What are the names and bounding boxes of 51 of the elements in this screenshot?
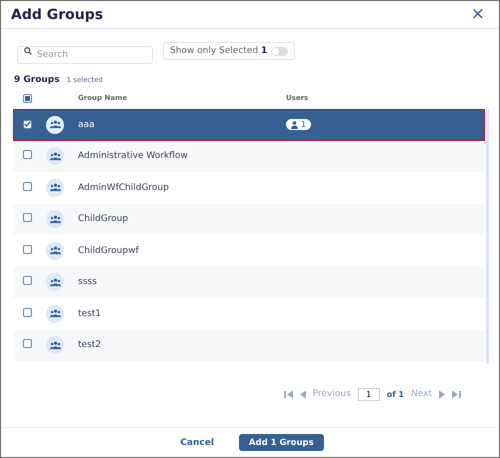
user-count-badge: 1 bbox=[286, 119, 312, 130]
group-icon bbox=[46, 336, 64, 354]
group-name: Administrative Workflow bbox=[78, 151, 189, 162]
show-selected-toggle[interactable]: Show only Selected 1 bbox=[163, 42, 296, 60]
group-icon bbox=[46, 178, 64, 197]
group-name: ssss bbox=[78, 277, 98, 288]
row-checkbox[interactable] bbox=[23, 308, 32, 317]
select-all-checkbox[interactable] bbox=[23, 94, 32, 102]
search-icon bbox=[24, 47, 32, 55]
row-checkbox[interactable] bbox=[23, 182, 32, 191]
group-icon bbox=[46, 116, 64, 134]
group-name: AdminWfChildGroup bbox=[78, 182, 170, 193]
group-row[interactable]: test2 bbox=[13, 330, 485, 361]
add-groups-button[interactable]: Add 1 Groups bbox=[238, 434, 324, 451]
row-checkbox[interactable] bbox=[23, 150, 32, 160]
toggle-label: Show only Selected 1 bbox=[170, 46, 268, 56]
next-page-icon[interactable] bbox=[439, 390, 445, 398]
scrollbar[interactable] bbox=[486, 109, 489, 364]
group-name: test2 bbox=[78, 340, 102, 350]
group-icon bbox=[46, 147, 64, 166]
group-icon bbox=[46, 242, 64, 260]
group-name: ChildGroupwf bbox=[78, 246, 140, 256]
first-page-icon[interactable] bbox=[284, 390, 293, 398]
row-checkbox[interactable] bbox=[23, 120, 32, 128]
group-row[interactable]: Administrative Workflow bbox=[13, 140, 485, 172]
close-button[interactable]: × bbox=[466, 6, 489, 23]
row-checkbox[interactable] bbox=[23, 213, 32, 222]
cancel-button[interactable]: Cancel bbox=[176, 434, 218, 452]
row-checkbox[interactable] bbox=[23, 244, 32, 254]
group-icon bbox=[46, 304, 64, 323]
group-row[interactable]: AdminWfChildGroup bbox=[13, 172, 485, 204]
page-total: of 1 bbox=[386, 390, 404, 398]
group-row[interactable]: test1 bbox=[13, 298, 485, 330]
previous-page-icon[interactable] bbox=[300, 390, 306, 398]
page-field[interactable]: 1 bbox=[358, 388, 380, 400]
group-icon bbox=[46, 210, 64, 228]
group-row[interactable]: aaa 1 bbox=[13, 109, 485, 140]
group-name: ChildGroup bbox=[78, 214, 130, 224]
search-field[interactable]: Search bbox=[17, 46, 153, 64]
row-checkbox[interactable] bbox=[23, 276, 32, 286]
group-row[interactable]: ChildGroup bbox=[13, 204, 485, 235]
group-name: test1 bbox=[78, 308, 102, 319]
group-icon bbox=[46, 273, 64, 292]
last-page-icon[interactable] bbox=[452, 390, 461, 398]
row-checkbox[interactable] bbox=[23, 339, 32, 348]
group-row[interactable]: ChildGroupwf bbox=[13, 235, 485, 266]
dialog-title: Add Groups bbox=[11, 6, 104, 22]
toggle-switch[interactable] bbox=[271, 46, 288, 56]
group-row[interactable]: ssss bbox=[13, 266, 485, 298]
group-name: aaa bbox=[78, 120, 96, 130]
group-count: 9 Groups bbox=[14, 75, 60, 85]
